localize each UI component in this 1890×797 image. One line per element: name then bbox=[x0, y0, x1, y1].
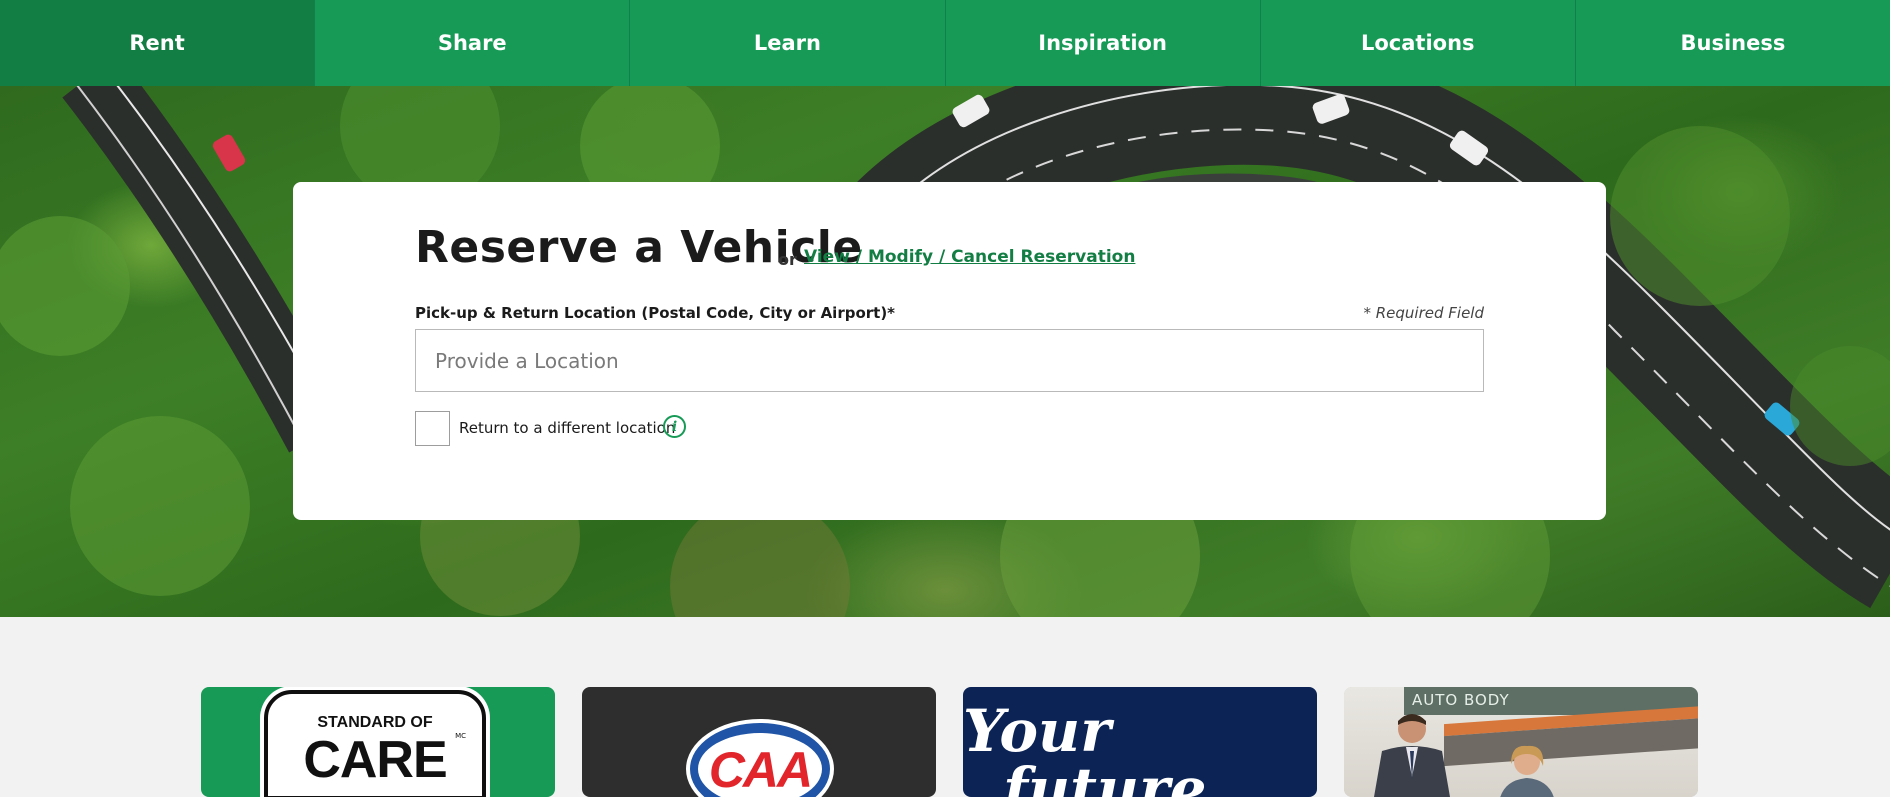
person-man-image bbox=[1374, 714, 1450, 797]
standard-of-care-logo: STANDARD OF CARE MC bbox=[264, 690, 486, 797]
promo-standard-of-care[interactable]: STANDARD OF CARE MC bbox=[201, 687, 555, 797]
promo-your-future[interactable]: Your future bbox=[963, 687, 1317, 797]
promo-auto-body[interactable]: AUTO BODY bbox=[1344, 687, 1698, 797]
nav-item-learn[interactable]: Learn bbox=[630, 0, 946, 86]
or-separator: or bbox=[778, 250, 797, 269]
return-different-checkbox[interactable] bbox=[415, 411, 450, 446]
promo-headline-line2: future bbox=[1003, 755, 1207, 797]
manage-reservation-link[interactable]: View / Modify / Cancel Reservation bbox=[804, 247, 1135, 267]
badge-mark-text: MC bbox=[455, 732, 466, 740]
promo-caa[interactable]: CAA bbox=[582, 687, 936, 797]
info-icon[interactable]: i bbox=[663, 415, 686, 438]
nav-item-inspiration[interactable]: Inspiration bbox=[946, 0, 1261, 86]
main-nav: Rent Share Learn Inspiration Locations B… bbox=[0, 0, 1890, 86]
location-label: Pick-up & Return Location (Postal Code, … bbox=[415, 304, 896, 322]
caa-logo: CAA bbox=[686, 719, 834, 797]
return-different-label[interactable]: Return to a different location bbox=[459, 419, 675, 437]
nav-item-rent[interactable]: Rent bbox=[0, 0, 316, 86]
hero-banner: Reserve a Vehicle or View / Modify / Can… bbox=[0, 86, 1890, 617]
badge-main-text: CARE bbox=[303, 731, 447, 789]
location-input[interactable] bbox=[415, 329, 1484, 392]
nav-item-locations[interactable]: Locations bbox=[1261, 0, 1576, 86]
required-field-note: * Required Field bbox=[1363, 304, 1484, 322]
caa-logo-text: CAA bbox=[708, 742, 813, 797]
reserve-card: Reserve a Vehicle or View / Modify / Can… bbox=[293, 182, 1606, 520]
person-woman-image bbox=[1500, 745, 1554, 797]
nav-item-share[interactable]: Share bbox=[315, 0, 631, 86]
nav-item-business[interactable]: Business bbox=[1576, 0, 1890, 86]
